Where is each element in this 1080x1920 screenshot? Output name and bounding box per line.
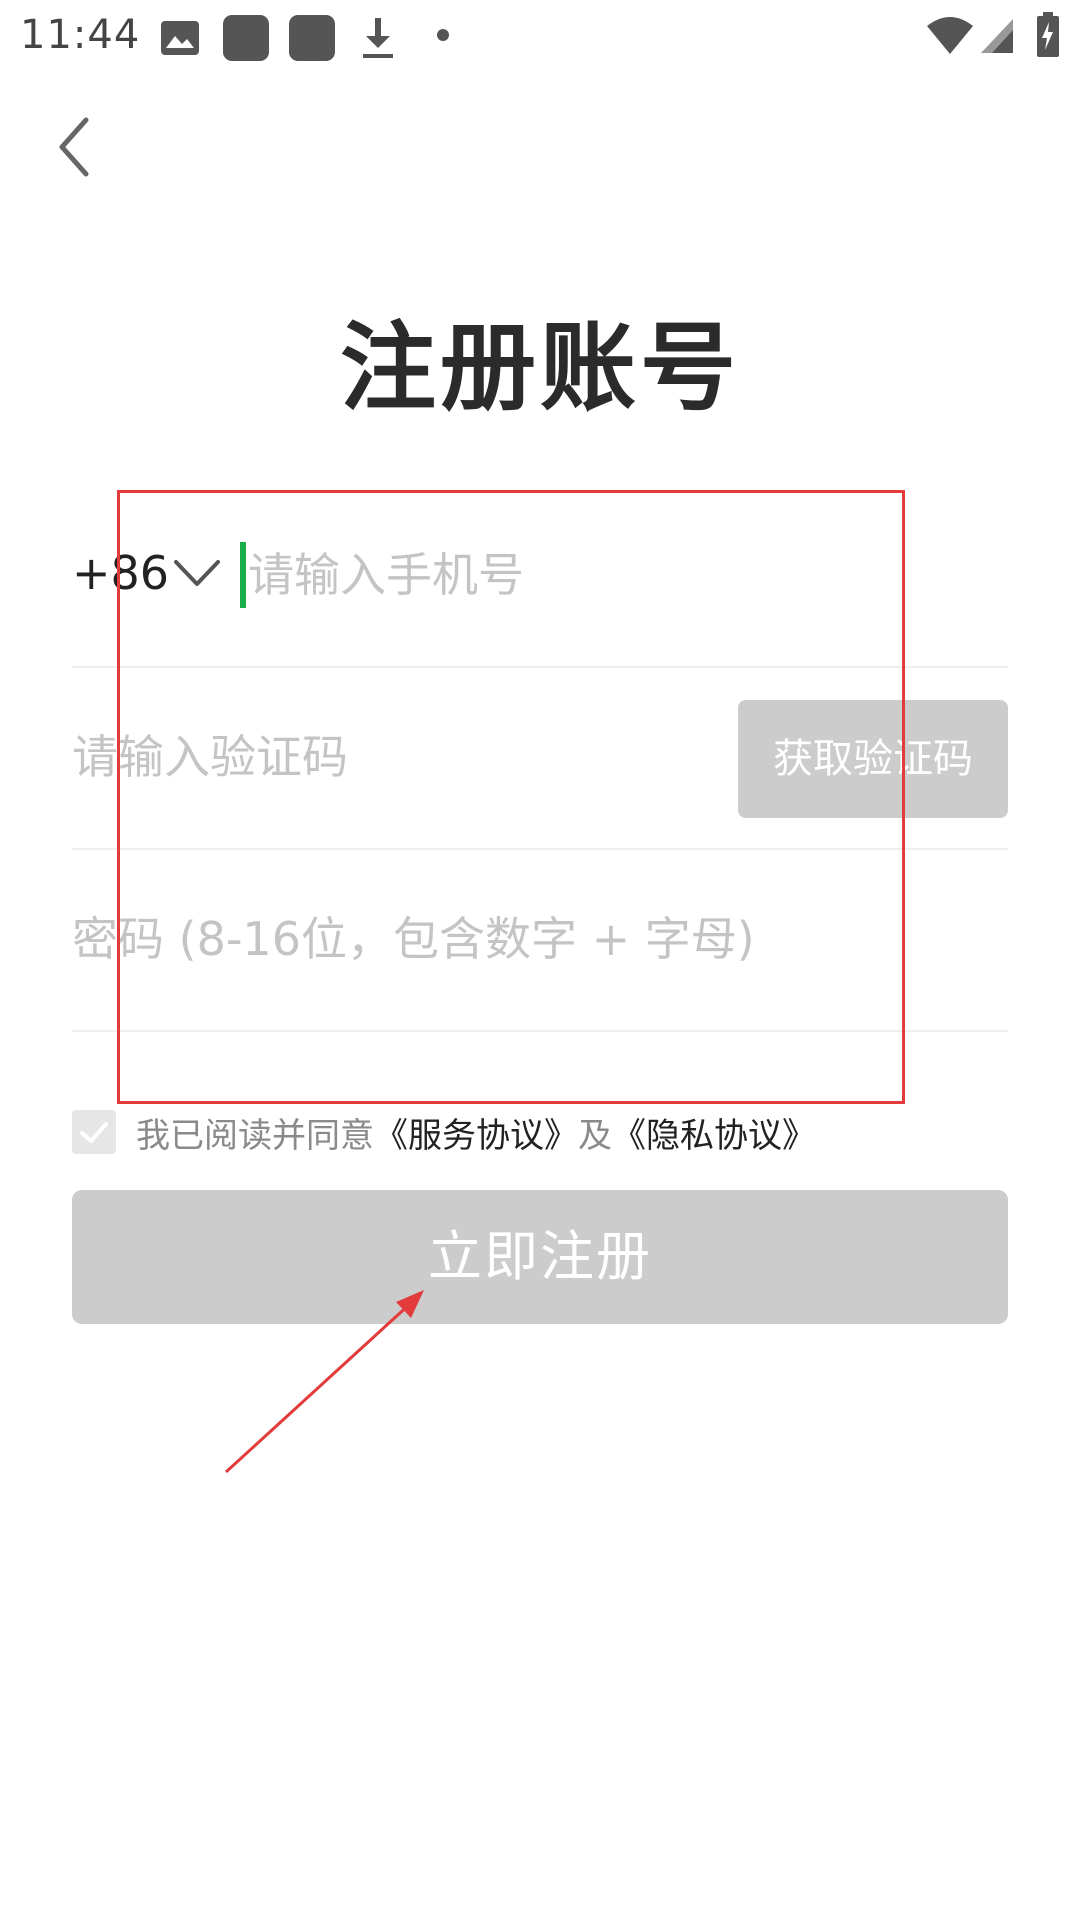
register-button[interactable]: 立即注册 bbox=[72, 1190, 1008, 1324]
get-code-button[interactable]: 获取验证码 bbox=[738, 700, 1008, 818]
text-cursor bbox=[240, 542, 246, 608]
signal-icon bbox=[981, 19, 1013, 53]
status-time: 11:44 bbox=[20, 12, 141, 58]
password-input[interactable] bbox=[72, 906, 992, 972]
chevron-down-icon[interactable] bbox=[172, 556, 222, 590]
password-row bbox=[72, 848, 1008, 1032]
app-square-icon bbox=[223, 15, 269, 61]
battery-charging-icon bbox=[1037, 12, 1059, 57]
verification-code-input[interactable] bbox=[72, 724, 712, 790]
status-bar: 11:44 bbox=[0, 0, 1080, 76]
wifi-icon bbox=[927, 17, 973, 54]
service-agreement-link[interactable]: 《服务协议》 bbox=[374, 1116, 578, 1156]
phone-row: +86 bbox=[72, 484, 1008, 668]
phone-input[interactable] bbox=[248, 542, 968, 608]
app-square-icon bbox=[289, 15, 335, 61]
page-title: 注册账号 bbox=[340, 312, 740, 424]
agreement-row: 我已阅读并同意《服务协议》及《隐私协议》 bbox=[72, 1108, 1008, 1158]
agreement-checkbox[interactable] bbox=[72, 1110, 116, 1154]
privacy-agreement-link[interactable]: 《隐私协议》 bbox=[612, 1116, 816, 1156]
agreement-text: 我已阅读并同意《服务协议》及《隐私协议》 bbox=[136, 1108, 816, 1157]
check-icon bbox=[80, 1122, 108, 1143]
register-screen: 11:44 注册账号 +86 请输入手机号 请输入验证码 获取验证码 我已阅读并… bbox=[0, 0, 1080, 1920]
image-icon bbox=[161, 21, 199, 55]
download-icon bbox=[363, 18, 393, 58]
chevron-left-icon[interactable] bbox=[50, 112, 110, 182]
country-code-selector[interactable]: +86 bbox=[72, 546, 169, 600]
agreement-conjunction: 及 bbox=[578, 1116, 612, 1156]
dot-icon bbox=[437, 29, 449, 41]
code-row: 获取验证码 bbox=[72, 666, 1008, 850]
agreement-prefix: 我已阅读并同意 bbox=[136, 1116, 374, 1156]
